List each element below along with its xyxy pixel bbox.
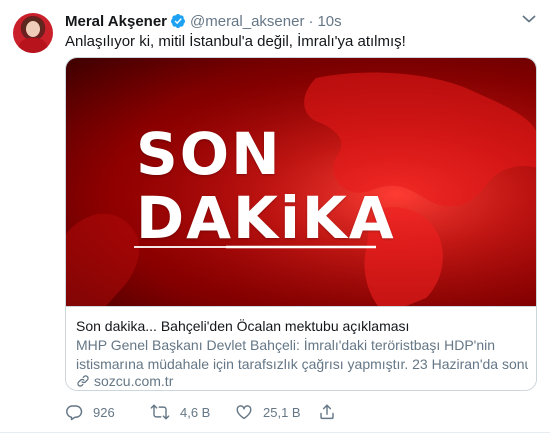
- verified-badge-icon: [170, 14, 185, 28]
- like-button[interactable]: 25,1 B: [235, 403, 318, 421]
- author-name[interactable]: Meral Akşener: [65, 13, 167, 30]
- card-title[interactable]: Son dakika... Bahçeli'den Öcalan mektubu…: [76, 317, 409, 336]
- tweet-header: Meral Akşener @meral_aksener · 10s: [65, 11, 342, 31]
- share-icon: [320, 404, 334, 420]
- card-image-text-line1: SON: [136, 120, 282, 188]
- reply-icon: [66, 405, 83, 421]
- tweet-text: Anlaşılıyor ki, mitil İstanbul'a değil, …: [65, 33, 406, 50]
- link-card[interactable]: SON DAKiKA Son dakika... Bahçeli'den Öca…: [65, 57, 537, 391]
- chevron-down-icon[interactable]: [522, 14, 536, 24]
- retweet-count: 4,6 B: [180, 404, 211, 420]
- retweet-button[interactable]: 4,6 B: [150, 403, 235, 421]
- card-description-line2: istismarına müdahale için tarafsızlık ça…: [76, 356, 528, 372]
- like-count: 25,1 B: [263, 404, 301, 420]
- avatar[interactable]: [13, 13, 53, 53]
- reply-button[interactable]: 926: [65, 403, 150, 421]
- card-domain-text: sozcu.com.tr: [94, 373, 174, 389]
- card-body[interactable]: Son dakika... Bahçeli'den Öcalan mektubu…: [66, 306, 536, 390]
- tweet[interactable]: Meral Akşener @meral_aksener · 10s Anlaş…: [0, 0, 550, 433]
- card-description-line1: MHP Genel Başkanı Devlet Bahçeli: İmralı…: [76, 337, 496, 353]
- card-image: SON DAKiKA: [66, 58, 536, 306]
- share-button[interactable]: [318, 403, 338, 421]
- tweet-actions: 926 4,6 B 25,1 B: [65, 402, 338, 422]
- retweet-icon: [150, 404, 170, 420]
- tweet-time[interactable]: 10s: [317, 13, 341, 30]
- card-image-text-line2: DAKiKA: [136, 184, 396, 252]
- separator-dot: ·: [308, 12, 314, 30]
- like-icon: [236, 405, 252, 420]
- card-domain[interactable]: sozcu.com.tr: [76, 373, 173, 389]
- author-handle[interactable]: @meral_aksener: [190, 13, 304, 30]
- card-description: MHP Genel Başkanı Devlet Bahçeli: İmralı…: [76, 336, 528, 374]
- reply-count: 926: [93, 404, 115, 420]
- link-icon: [77, 375, 89, 387]
